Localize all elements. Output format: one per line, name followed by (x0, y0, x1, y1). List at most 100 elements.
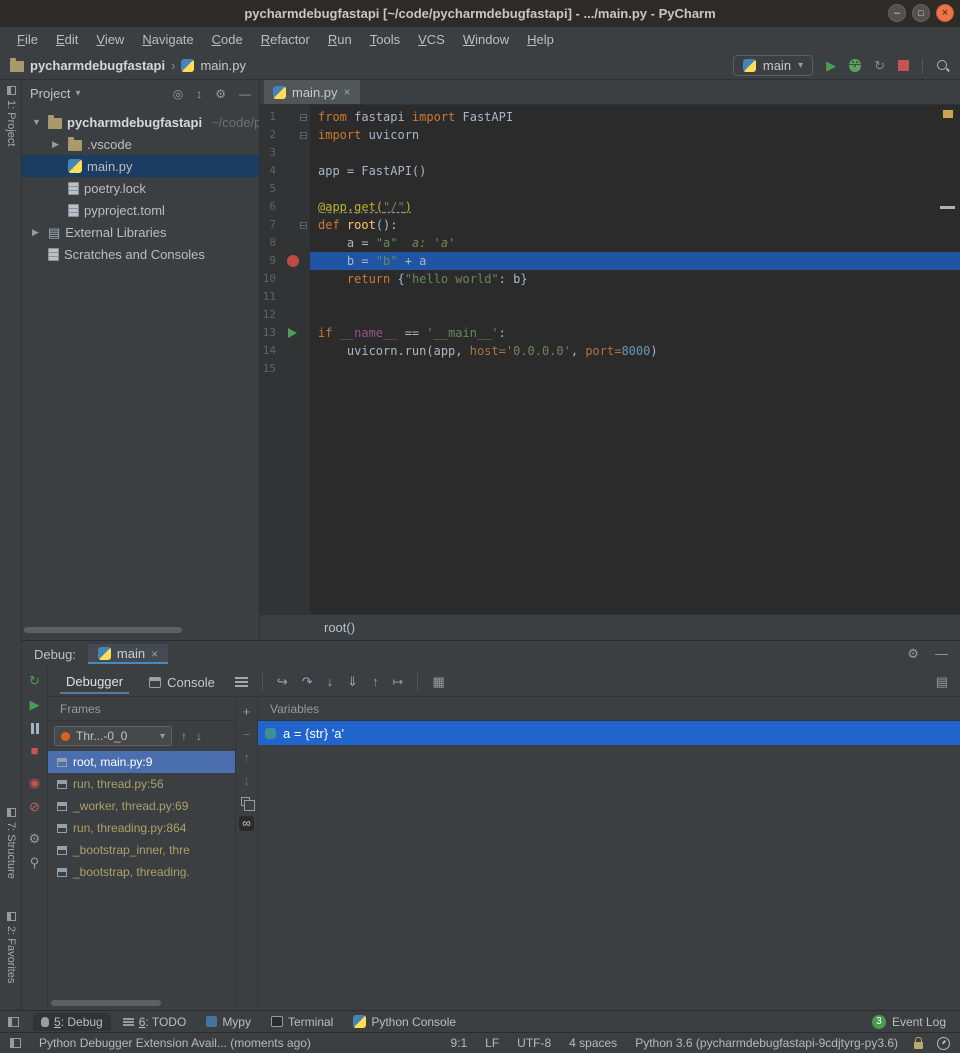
event-log-button[interactable]: 3 Event Log (872, 1015, 952, 1029)
editor-tab-main-py[interactable]: main.py × (264, 80, 360, 104)
gear-icon[interactable]: ⚙ (215, 87, 226, 101)
debug-session-tab-main[interactable]: main × (88, 644, 168, 664)
gutter-line-4[interactable]: 4 (260, 162, 310, 180)
status-item-9-1[interactable]: 9:1 (450, 1036, 467, 1050)
code-line-11[interactable]: 11 (260, 288, 960, 306)
breadcrumb-project[interactable]: pycharmdebugfastapi (30, 58, 165, 73)
debug-button[interactable] (849, 59, 861, 72)
stripe-button-project[interactable]: 1: Project (0, 86, 22, 146)
gutter-line-15[interactable]: 15 (260, 360, 310, 378)
gutter-line-13[interactable]: 13 (260, 324, 310, 342)
view-as-grid-icon[interactable]: ▦ (432, 674, 444, 690)
mute-breakpoints-button[interactable]: ⊘ (29, 799, 40, 814)
gutter-line-11[interactable]: 11 (260, 288, 310, 306)
toolwindow-button-6-todo[interactable]: 6: TODO (115, 1013, 195, 1031)
chevron-down-icon[interactable]: ▾ (75, 88, 80, 99)
lock-icon[interactable] (914, 1042, 923, 1049)
code-line-4[interactable]: 4app = FastAPI() (260, 162, 960, 180)
project-panel-title[interactable]: Project (30, 86, 70, 101)
step-into-icon[interactable]: ↓ (327, 674, 334, 689)
pin-icon[interactable]: ⚲ (30, 855, 40, 870)
tree-item-scratches-and-consoles[interactable]: Scratches and Consoles (22, 243, 259, 265)
tree-expanded-icon[interactable]: ▼ (32, 117, 43, 127)
code-line-5[interactable]: 5 (260, 180, 960, 198)
code-line-12[interactable]: 12 (260, 306, 960, 324)
gutter-line-12[interactable]: 12 (260, 306, 310, 324)
status-message[interactable]: Python Debugger Extension Avail... (mome… (39, 1036, 311, 1050)
menu-item-refactor[interactable]: Refactor (252, 32, 319, 47)
rerun-debug-button[interactable]: ↻ (29, 673, 40, 688)
settings-gear-icon[interactable]: ⚙ (29, 831, 41, 846)
layout-menu-icon[interactable] (235, 681, 248, 683)
menu-item-code[interactable]: Code (203, 32, 252, 47)
stripe-button-favorites[interactable]: 2: Favorites (0, 912, 22, 983)
frame-row-run-threading-py-864[interactable]: run, threading.py:864 (48, 817, 235, 839)
close-session-icon[interactable]: × (151, 647, 158, 661)
status-item-lf[interactable]: LF (485, 1036, 499, 1050)
menu-item-tools[interactable]: Tools (361, 32, 409, 47)
breadcrumb-file[interactable]: main.py (200, 58, 246, 73)
code-line-8[interactable]: 8 a = "a" a: 'a' (260, 234, 960, 252)
frame-row-bootstrap-inner-thre[interactable]: _bootstrap_inner, thre (48, 839, 235, 861)
gutter-line-7[interactable]: 7 (260, 216, 310, 234)
tree-item-vscode[interactable]: ▶.vscode (22, 133, 259, 155)
code-line-7[interactable]: 7def root(): (260, 216, 960, 234)
code-line-13[interactable]: 13if __name__ == '__main__': (260, 324, 960, 342)
breakpoint-icon[interactable] (287, 255, 299, 267)
gutter-line-6[interactable]: 6 (260, 198, 310, 216)
minimize-button[interactable]: – (888, 4, 906, 22)
status-item-utf-8[interactable]: UTF-8 (517, 1036, 551, 1050)
menu-item-run[interactable]: Run (319, 32, 361, 47)
error-stripe-mark[interactable] (943, 110, 953, 118)
view-breakpoints-button[interactable]: ◉ (29, 775, 40, 790)
toolwindow-button-5-debug[interactable]: 5: Debug (33, 1013, 111, 1031)
gutter-line-10[interactable]: 10 (260, 270, 310, 288)
gutter-line-2[interactable]: 2 (260, 126, 310, 144)
hide-panel-icon[interactable]: — (935, 646, 948, 662)
duplicate-watch-icon[interactable] (241, 797, 250, 806)
frame-row-run-thread-py-56[interactable]: run, thread.py:56 (48, 773, 235, 795)
horizontal-scrollbar[interactable] (24, 627, 182, 633)
show-return-values-icon[interactable]: ∞ (239, 816, 254, 831)
hide-panel-icon[interactable]: — (239, 87, 251, 101)
menu-item-edit[interactable]: Edit (47, 32, 87, 47)
resume-button[interactable]: ▶ (30, 697, 40, 712)
run-configuration-select[interactable]: main ▾ (733, 55, 813, 76)
tree-item-main-py[interactable]: main.py (22, 155, 259, 177)
toolwindow-button-mypy[interactable]: Mypy (198, 1013, 259, 1031)
restore-layout-icon[interactable]: ▤ (936, 674, 948, 690)
move-down-button[interactable]: ↓ (243, 774, 250, 787)
expand-collapse-icon[interactable]: ↕ (196, 87, 202, 101)
tab-debugger[interactable]: Debugger (60, 669, 129, 694)
run-with-coverage-button[interactable]: ↻ (874, 59, 885, 73)
gutter-line-5[interactable]: 5 (260, 180, 310, 198)
stop-button[interactable]: ■ (31, 743, 39, 758)
menu-item-view[interactable]: View (87, 32, 133, 47)
step-over-icon[interactable]: ↷ (302, 674, 313, 690)
code-line-14[interactable]: 14 uvicorn.run(app, host='0.0.0.0', port… (260, 342, 960, 360)
frame-row-bootstrap-threading[interactable]: _bootstrap, threading. (48, 861, 235, 883)
code-line-2[interactable]: 2import uvicorn (260, 126, 960, 144)
show-execution-point-icon[interactable]: ↪ (277, 674, 288, 690)
remove-watch-button[interactable]: − (243, 728, 251, 741)
stripe-button-structure[interactable]: 7: Structure (0, 808, 22, 879)
tree-collapsed-icon[interactable]: ▶ (32, 227, 43, 238)
status-item-python-3-6-pycharmdebugfastapi-9cdjtyrg-py3-6[interactable]: Python 3.6 (pycharmdebugfastapi-9cdjtyrg… (635, 1036, 898, 1050)
step-out-icon[interactable]: ↑ (372, 674, 379, 689)
tree-item-pyproject-toml[interactable]: pyproject.toml (22, 199, 259, 221)
gutter-line-3[interactable]: 3 (260, 144, 310, 162)
frame-row-root-main-py-9[interactable]: root, main.py:9 (48, 751, 235, 773)
tree-item-pycharmdebugfastapi[interactable]: ▼pycharmdebugfastapi~/code/pycharmdebugf… (22, 111, 259, 133)
code-line-15[interactable]: 15 (260, 360, 960, 378)
gear-icon[interactable]: ⚙ (907, 646, 919, 662)
move-up-button[interactable]: ↑ (243, 751, 250, 764)
close-button[interactable]: × (936, 4, 954, 22)
menu-item-vcs[interactable]: VCS (409, 32, 454, 47)
toolwindow-button-terminal[interactable]: Terminal (263, 1013, 341, 1031)
breadcrumb-function[interactable]: root() (324, 620, 355, 635)
thread-selector[interactable]: Thr...-0_0 ▾ (54, 726, 172, 746)
gutter-line-14[interactable]: 14 (260, 342, 310, 360)
fold-icon[interactable] (300, 222, 307, 229)
menu-item-file[interactable]: File (8, 32, 47, 47)
menu-item-help[interactable]: Help (518, 32, 563, 47)
